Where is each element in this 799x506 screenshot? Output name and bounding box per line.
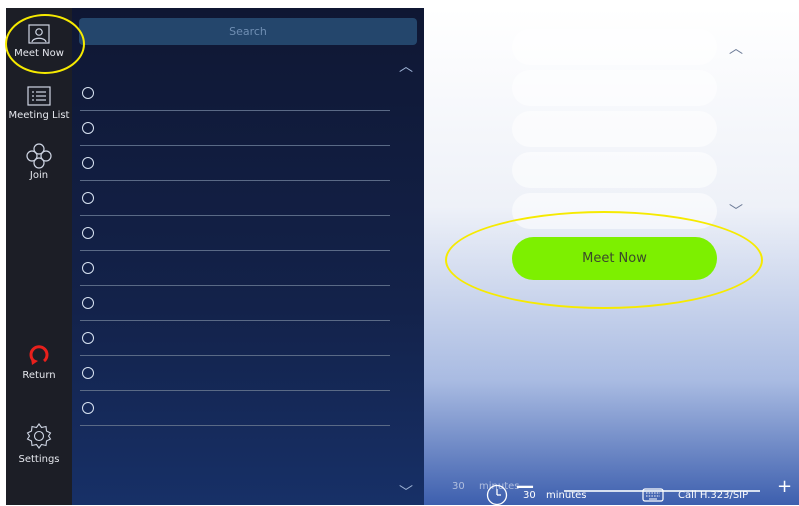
list-item[interactable] — [80, 251, 390, 286]
return-icon — [29, 345, 49, 365]
gear-icon — [26, 423, 52, 449]
list-item[interactable] — [80, 216, 390, 251]
participant-slot[interactable] — [512, 152, 717, 188]
participant-slot[interactable] — [512, 111, 717, 147]
radio-button[interactable] — [82, 87, 94, 99]
highlight-ellipse — [5, 14, 85, 74]
list-item[interactable] — [80, 76, 390, 111]
list-item[interactable] — [80, 111, 390, 146]
radio-button[interactable] — [82, 297, 94, 309]
list-item[interactable] — [80, 181, 390, 216]
list-icon — [27, 86, 51, 106]
nav-label-join: Join — [29, 170, 49, 181]
duration-value: 30 — [523, 490, 536, 501]
nav-item-settings[interactable]: Settings — [6, 422, 72, 465]
app-window: Meet Now Meeting List Join Return Settin… — [0, 0, 799, 506]
nav-label-return: Return — [22, 370, 56, 381]
chevron-up-icon[interactable]: ︿ — [729, 38, 743, 58]
chevron-up-icon[interactable]: ︿ — [399, 56, 413, 76]
radio-button[interactable] — [82, 192, 94, 204]
nav-item-join[interactable]: Join — [6, 142, 72, 181]
list-item[interactable] — [80, 286, 390, 321]
radio-button[interactable] — [82, 122, 94, 134]
nav-item-meeting-list[interactable]: Meeting List — [6, 86, 72, 121]
radio-button[interactable] — [82, 402, 94, 414]
list-item[interactable] — [80, 321, 390, 356]
call-protocol-label[interactable]: Call H.323/SIP — [678, 490, 748, 501]
keyboard-icon[interactable] — [642, 488, 664, 502]
nav-item-return[interactable]: Return — [6, 344, 72, 381]
chevron-down-icon[interactable]: ﹀ — [729, 201, 743, 221]
contact-list-panel: Search ︿ ﹀ — [72, 8, 424, 505]
sidebar-nav: Meet Now Meeting List Join Return Settin… — [6, 8, 72, 505]
list-item[interactable] — [80, 391, 390, 426]
radio-button[interactable] — [82, 262, 94, 274]
increase-duration-button[interactable]: + — [777, 476, 792, 497]
radio-button[interactable] — [82, 332, 94, 344]
chevron-down-icon[interactable]: ﹀ — [399, 482, 413, 502]
highlight-ellipse — [445, 211, 763, 309]
join-icon — [26, 143, 52, 169]
participant-slot[interactable] — [512, 29, 717, 65]
participant-slot[interactable] — [512, 70, 717, 106]
search-input[interactable]: Search — [79, 18, 417, 45]
list-item[interactable] — [80, 356, 390, 391]
radio-button[interactable] — [82, 367, 94, 379]
radio-button[interactable] — [82, 227, 94, 239]
nav-label-settings: Settings — [18, 454, 60, 465]
bottom-bar: 30 minutes — 30 minutes + Call H.323/SIP — [424, 476, 799, 506]
clock-icon — [486, 484, 508, 506]
radio-button[interactable] — [82, 157, 94, 169]
list-item[interactable] — [80, 146, 390, 181]
nav-label-meeting-list: Meeting List — [8, 110, 70, 121]
duration-ghost-value: 30 — [452, 481, 465, 492]
